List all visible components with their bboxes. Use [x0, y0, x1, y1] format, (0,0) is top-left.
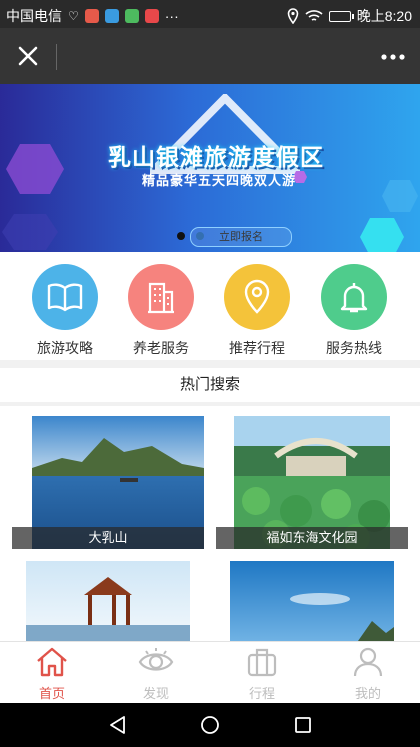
user-icon — [353, 647, 383, 677]
category-circle — [32, 264, 98, 330]
more-notifications: ··· — [164, 8, 179, 24]
status-bar: 中国电信 ♡ ··· 晚上8:20 — [0, 0, 420, 28]
status-time: 晚上8:20 — [356, 8, 412, 24]
wifi-icon — [305, 10, 323, 21]
tab-itinerary[interactable]: 行程 — [232, 646, 292, 702]
tab-label: 行程 — [248, 686, 275, 701]
hot-item-fuhai-park[interactable]: 福如东海文化园 — [216, 416, 408, 549]
category-elderly-care[interactable]: 养老服务 — [119, 264, 203, 358]
category-guide[interactable]: 旅游攻略 — [23, 264, 107, 358]
category-label: 服务热线 — [326, 340, 382, 356]
tab-home[interactable]: 首页 — [22, 646, 82, 702]
back-icon[interactable] — [108, 715, 128, 735]
heart-pulse-icon: ♡ — [68, 9, 79, 23]
bell-icon — [340, 283, 368, 313]
decorative-hexagon — [6, 144, 64, 194]
luggage-icon — [247, 648, 277, 677]
location-icon — [287, 8, 299, 24]
section-divider — [0, 360, 420, 368]
title-separator — [56, 44, 57, 70]
home-circle-icon[interactable] — [200, 715, 220, 735]
tab-label: 首页 — [38, 686, 65, 701]
category-circle — [321, 264, 387, 330]
banner-title: 乳山银滩旅游度假区 — [108, 144, 324, 170]
decorative-hexagon — [382, 180, 418, 212]
category-itinerary[interactable]: 推荐行程 — [215, 264, 299, 358]
app-icon — [104, 9, 119, 23]
banner-subtitle: 精品豪华五天四晚双人游 — [142, 173, 297, 188]
hot-item-caption: 福如东海文化园 — [216, 527, 408, 549]
close-icon[interactable] — [16, 44, 40, 68]
app-icon — [84, 9, 99, 23]
hot-item-pavilion[interactable] — [26, 561, 190, 641]
category-label: 推荐行程 — [229, 340, 285, 356]
app-icon — [124, 9, 139, 23]
book-icon — [47, 283, 83, 312]
tab-me[interactable]: 我的 — [338, 646, 398, 702]
category-circle — [224, 264, 290, 330]
pavilion-image — [26, 561, 190, 641]
bottom-tab-bar: 首页 发现 行程 我的 — [0, 641, 420, 704]
battery-icon — [328, 10, 354, 22]
hot-item-caption: 大乳山 — [12, 527, 204, 549]
category-label: 旅游攻略 — [37, 340, 93, 356]
hot-item-beach[interactable] — [230, 561, 394, 641]
section-divider — [0, 402, 420, 406]
building-icon — [148, 282, 174, 314]
decorative-hexagon — [2, 214, 58, 250]
banner-signup-button[interactable]: 立即报名 — [190, 227, 292, 247]
more-dots-icon[interactable] — [380, 47, 406, 67]
decorative-hexagon — [360, 218, 404, 252]
carrier-label: 中国电信 — [6, 8, 62, 24]
sky-coast-image — [230, 561, 394, 641]
category-circle — [128, 264, 194, 330]
tab-discover[interactable]: 发现 — [126, 646, 186, 702]
title-bar — [0, 28, 420, 84]
hot-search-title: 热门搜索 — [179, 376, 240, 393]
category-hotline[interactable]: 服务热线 — [312, 264, 396, 358]
app-icon — [144, 9, 159, 23]
tab-label: 发现 — [142, 686, 169, 701]
category-label: 养老服务 — [133, 340, 189, 356]
carousel-dot-active[interactable] — [177, 232, 185, 240]
system-nav-bar — [0, 703, 420, 747]
eye-icon — [138, 648, 174, 671]
home-icon — [37, 647, 67, 677]
hot-item-daru-mountain[interactable]: 大乳山 — [12, 416, 204, 549]
tab-label: 我的 — [354, 686, 381, 701]
location-pin-icon — [244, 279, 270, 314]
promo-banner[interactable]: 乳山银滩旅游度假区 精品豪华五天四晚双人游 立即报名 — [0, 84, 420, 252]
recent-apps-icon[interactable] — [294, 716, 312, 734]
